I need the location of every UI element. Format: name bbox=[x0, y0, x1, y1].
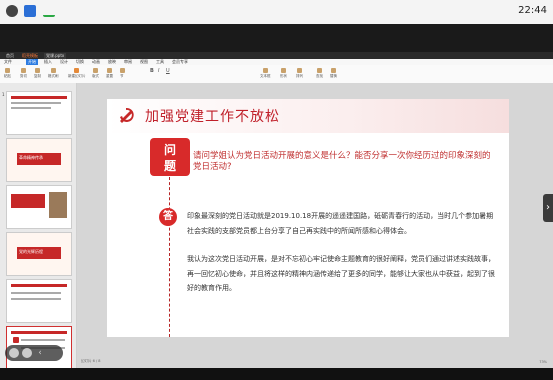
arrange-button[interactable]: 排列 bbox=[296, 68, 303, 78]
clock: 22:44 bbox=[518, 5, 547, 16]
system-status-bar: 22:44 bbox=[0, 0, 553, 24]
find-button[interactable]: 查找 bbox=[316, 68, 323, 78]
textbox-button[interactable]: 文本框 bbox=[260, 68, 271, 78]
slide-thumbnail[interactable]: 革命精神传承 bbox=[6, 138, 72, 182]
slide-thumbnail[interactable] bbox=[6, 185, 72, 229]
status-slide-count: 幻灯片 6 / 8 bbox=[81, 359, 101, 363]
underline-button[interactable]: U bbox=[166, 68, 170, 78]
italic-button[interactable]: I bbox=[158, 68, 159, 78]
format-painter-button[interactable]: 格式刷 bbox=[48, 68, 59, 78]
chevron-right-icon: › bbox=[546, 202, 550, 213]
slide-header: 加强党建工作不放松 bbox=[107, 99, 509, 133]
answer-text[interactable]: 印象最深刻的党日活动就是2019.10.18开展的遥遥建国路，砥砺青春行的活动，… bbox=[187, 209, 497, 310]
signal-icon bbox=[43, 7, 55, 17]
question-badge: 问 题 bbox=[150, 138, 190, 176]
cut-icon bbox=[21, 68, 26, 73]
ribbon-toolbar: 粘贴 剪切 复制 格式刷 新建幻灯片 版式 重置 节 B I U 文本框 形状 … bbox=[0, 65, 553, 84]
shield-icon bbox=[24, 5, 36, 17]
layout-icon bbox=[93, 68, 98, 73]
layout-button[interactable]: 版式 bbox=[92, 68, 99, 78]
slide-thumbnail[interactable] bbox=[6, 279, 72, 323]
slide-editor-canvas[interactable]: 加强党建工作不放松 问 题 答 请问学姐认为党日活动开展的意义是什么？能否分享一… bbox=[77, 83, 553, 368]
replace-button[interactable]: 替换 bbox=[330, 68, 337, 78]
shape-icon bbox=[281, 68, 286, 73]
chat-icon[interactable] bbox=[22, 348, 32, 358]
title-bar: 首页 稻壳模板 党课.pptx bbox=[0, 52, 553, 59]
slide-thumbnail[interactable]: 1 bbox=[2, 91, 72, 135]
new-slide-button[interactable]: 新建幻灯片 bbox=[68, 68, 86, 78]
answer-badge: 答 bbox=[159, 208, 177, 226]
reset-icon bbox=[107, 68, 112, 73]
answer-paragraph-2[interactable]: 我认为这次党日活动开展，是对不忘初心牢记使命主题教育的很好阐释，党员们通过讲述实… bbox=[187, 252, 497, 296]
find-icon bbox=[317, 68, 322, 73]
current-slide[interactable]: 加强党建工作不放松 问 题 答 请问学姐认为党日活动开展的意义是什么？能否分享一… bbox=[107, 99, 509, 337]
floating-controls: ‹ bbox=[5, 345, 63, 361]
section-icon bbox=[120, 68, 125, 73]
paste-button[interactable]: 粘贴 bbox=[4, 68, 11, 78]
info-icon bbox=[6, 5, 18, 17]
screen-gap bbox=[0, 24, 553, 52]
textbox-icon bbox=[262, 68, 268, 73]
answer-paragraph-1[interactable]: 印象最深刻的党日活动就是2019.10.18开展的遥遥建国路，砥砺青春行的活动，… bbox=[187, 209, 497, 238]
shape-button[interactable]: 形状 bbox=[280, 68, 287, 78]
presentation-window: 首页 稻壳模板 党课.pptx 文件 开始 插入 设计 切换 动画 放映 审阅 … bbox=[0, 52, 553, 370]
reset-button[interactable]: 重置 bbox=[106, 68, 113, 78]
question-text[interactable]: 请问学姐认为党日活动开展的意义是什么？能否分享一次你经历过的印象深刻的党日活动? bbox=[193, 151, 493, 173]
party-emblem-icon bbox=[120, 107, 134, 123]
slide-thumbnail[interactable]: 党的光辉历程 bbox=[6, 232, 72, 276]
slide-thumbnail-panel[interactable]: 1 革命精神传承 党的光辉历程 bbox=[0, 83, 77, 370]
replace-icon bbox=[331, 68, 336, 73]
zoom-level[interactable]: 73% bbox=[539, 360, 547, 364]
copy-icon bbox=[35, 68, 40, 73]
next-page-button[interactable]: › bbox=[543, 194, 553, 222]
paste-icon bbox=[5, 68, 10, 73]
new-slide-icon bbox=[74, 68, 80, 73]
copy-button[interactable]: 复制 bbox=[34, 68, 41, 78]
bold-button[interactable]: B bbox=[150, 68, 154, 78]
chevron-left-icon[interactable]: ‹ bbox=[35, 348, 45, 358]
brush-icon bbox=[50, 68, 56, 73]
slide-title[interactable]: 加强党建工作不放松 bbox=[145, 106, 280, 126]
divider-line bbox=[169, 177, 170, 337]
bottom-bar bbox=[0, 368, 553, 380]
emoji-icon[interactable] bbox=[9, 348, 19, 358]
section-button[interactable]: 节 bbox=[120, 68, 125, 78]
cut-button[interactable]: 剪切 bbox=[20, 68, 27, 78]
arrange-icon bbox=[297, 68, 302, 73]
